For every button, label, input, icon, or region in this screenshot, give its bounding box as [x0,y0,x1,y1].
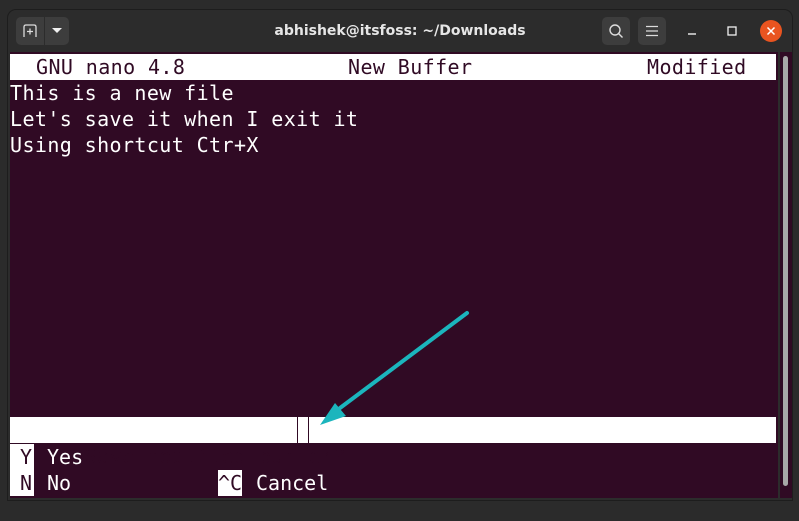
buffer-name: New Buffer [348,55,473,79]
nano-version: GNU nano 4.8 [36,55,186,79]
close-button[interactable] [760,20,782,42]
search-button[interactable] [602,17,630,45]
option-label-no[interactable]: No [47,470,71,496]
content-line: Let's save it when I exit it [10,107,359,131]
close-icon [766,26,776,36]
new-tab-button[interactable] [16,17,44,45]
prompt-cursor [297,417,309,443]
terminal-window: abhishek@itsfoss: ~/Downloads GNU nano 4… [8,10,792,500]
maximize-button[interactable] [718,17,746,45]
title-bar[interactable]: abhishek@itsfoss: ~/Downloads [8,10,792,52]
scrollbar-thumb[interactable] [783,56,788,486]
modified-status: Modified [647,55,747,79]
menu-button[interactable] [638,17,666,45]
option-key-no[interactable]: N [10,470,34,496]
minimize-icon [688,33,696,35]
hamburger-menu-icon [646,25,658,37]
new-tab-button-group [16,17,69,45]
option-label-yes[interactable]: Yes [47,444,83,470]
save-prompt-text: Save modified buffer? [84,444,359,468]
tab-dropdown-button[interactable] [44,17,69,45]
scrollbar[interactable] [780,52,792,498]
maximize-icon [727,26,737,36]
content-line: This is a new file [10,81,234,105]
minimize-button[interactable] [678,17,706,45]
new-tab-icon [23,24,37,37]
option-key-cancel[interactable]: ^C [218,470,243,496]
content-line: Using shortcut Ctr+X [10,133,259,157]
save-prompt-bar[interactable]: Save modified buffer? [10,417,776,468]
option-label-cancel[interactable]: Cancel [256,470,328,496]
search-icon [609,24,623,38]
terminal-area[interactable]: GNU nano 4.8 New Buffer Modified This is… [10,52,778,498]
option-key-yes[interactable]: Y [10,444,34,470]
nano-header-bar: GNU nano 4.8 New Buffer Modified [10,54,776,80]
chevron-down-icon [52,28,62,33]
